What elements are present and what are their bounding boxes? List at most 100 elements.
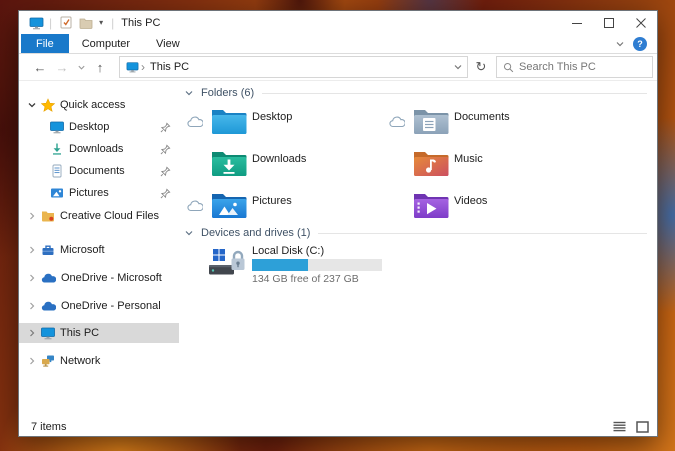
main-area: Quick access Desktop Downloads Documents… — [19, 81, 657, 416]
help-icon[interactable]: ? — [633, 36, 647, 51]
sidebar-item-label: This PC — [60, 327, 100, 339]
window-title: This PC — [121, 16, 161, 29]
onedrive-cloud-icon — [41, 273, 56, 284]
refresh-icon[interactable]: ↻ — [468, 59, 494, 75]
folder-icon-documents — [413, 107, 449, 135]
back-button[interactable]: ← — [29, 60, 51, 75]
sidebar-item-documents[interactable]: Documents — [19, 161, 179, 181]
drive-tile-local-disk-c[interactable]: Local Disk (C:) 134 GB free of 237 GB — [181, 243, 521, 287]
chevron-right-icon[interactable] — [25, 245, 39, 255]
large-icons-view-icon[interactable] — [636, 420, 649, 433]
sidebar-item-label: OneDrive - Personal — [61, 300, 161, 312]
address-dropdown-icon[interactable] — [453, 62, 463, 72]
pin-icon — [160, 166, 171, 177]
tab-view[interactable]: View — [143, 34, 193, 53]
group-header-rule — [262, 92, 647, 94]
pictures-icon — [50, 186, 64, 200]
expand-ribbon-icon[interactable] — [615, 39, 625, 49]
sidebar-item-pictures[interactable]: Pictures — [19, 183, 179, 203]
sidebar-item-this-pc[interactable]: This PC — [19, 323, 179, 343]
folder-tile-desktop[interactable]: Desktop — [181, 105, 383, 147]
properties-icon[interactable] — [60, 16, 73, 29]
download-icon — [50, 142, 64, 156]
recent-locations-icon[interactable] — [73, 63, 89, 72]
breadcrumb[interactable]: This PC — [150, 61, 189, 73]
sidebar-item-onedrive-personal[interactable]: OneDrive - Personal — [19, 296, 179, 316]
sidebar-item-microsoft[interactable]: Microsoft — [19, 240, 179, 260]
sidebar-item-label: Creative Cloud Files — [60, 210, 160, 222]
folder-tile-music[interactable]: Music — [383, 147, 585, 189]
status-bar: 7 items — [19, 416, 657, 437]
folder-tile-label: Videos — [454, 195, 488, 207]
titlebar-separator: | — [111, 15, 115, 30]
chevron-down-icon[interactable] — [184, 228, 194, 238]
up-button[interactable]: ↑ — [89, 60, 111, 75]
chevron-right-icon[interactable] — [25, 273, 39, 283]
network-icon — [41, 354, 55, 368]
folders-group-header[interactable]: Folders (6) — [184, 87, 647, 99]
folder-icon-pictures — [211, 191, 247, 219]
sidebar-item-network[interactable]: Network — [19, 351, 179, 371]
search-input[interactable] — [519, 61, 639, 73]
folder-tile-videos[interactable]: Videos — [383, 189, 585, 231]
folder-tile-label: Pictures — [252, 195, 292, 207]
folder-tile-pictures[interactable]: Pictures — [181, 189, 383, 231]
this-pc-icon — [29, 16, 44, 30]
onedrive-status-icon — [187, 200, 203, 212]
folder-icon-desktop — [211, 107, 247, 135]
folder-tile-label: Downloads — [252, 153, 307, 165]
sidebar-item-downloads[interactable]: Downloads — [19, 139, 179, 159]
sidebar-item-desktop[interactable]: Desktop — [19, 117, 179, 137]
pin-icon — [160, 144, 171, 155]
drive-label: Local Disk (C:) — [252, 245, 325, 257]
folder-tile-label: Desktop — [252, 111, 293, 123]
sidebar-item-label: Documents — [69, 165, 125, 177]
address-bar[interactable]: › This PC — [119, 56, 468, 78]
sidebar-item-label: OneDrive - Microsoft — [61, 272, 162, 284]
search-box[interactable] — [496, 56, 653, 78]
chevron-down-icon[interactable] — [25, 100, 39, 110]
group-header-rule — [318, 232, 647, 234]
details-view-icon[interactable] — [613, 421, 626, 432]
close-button[interactable] — [625, 11, 657, 34]
folder-icon-downloads — [211, 149, 247, 177]
search-icon — [503, 62, 514, 73]
drive-capacity-bar — [252, 259, 382, 271]
folder-tile-downloads[interactable]: Downloads — [181, 147, 383, 189]
chevron-down-icon[interactable] — [184, 88, 194, 98]
breadcrumb-separator: › — [141, 60, 145, 74]
document-icon — [50, 164, 64, 178]
chevron-right-icon[interactable] — [25, 301, 39, 311]
onedrive-status-icon — [389, 116, 405, 128]
sidebar-item-onedrive-microsoft[interactable]: OneDrive - Microsoft — [19, 268, 179, 288]
items-count: 7 items — [31, 420, 67, 433]
folder-icon-music — [413, 149, 449, 177]
new-folder-icon[interactable] — [79, 17, 93, 29]
navigation-pane: Quick access Desktop Downloads Documents… — [19, 81, 179, 416]
drive-capacity-fill — [252, 259, 308, 271]
sidebar-item-label: Network — [60, 355, 101, 367]
onedrive-status-icon — [187, 116, 203, 128]
sidebar-item-label: Pictures — [69, 187, 109, 199]
sidebar-item-quick-access[interactable]: Quick access — [19, 95, 179, 115]
drive-free-space-text: 134 GB free of 237 GB — [252, 273, 359, 285]
titlebar[interactable]: | ▾ | This PC — [19, 11, 657, 34]
chevron-right-icon[interactable] — [25, 328, 39, 338]
quick-toolbar-dropdown-icon[interactable]: ▾ — [99, 18, 103, 27]
caption-buttons — [561, 11, 657, 34]
maximize-button[interactable] — [593, 11, 625, 34]
tab-file[interactable]: File — [21, 34, 69, 53]
sidebar-item-label: Microsoft — [60, 244, 105, 256]
folder-tile-documents[interactable]: Documents — [383, 105, 585, 147]
star-icon — [41, 98, 55, 112]
minimize-button[interactable] — [561, 11, 593, 34]
tab-computer[interactable]: Computer — [69, 34, 143, 53]
devices-group-header[interactable]: Devices and drives (1) — [184, 227, 647, 239]
forward-button[interactable]: → — [51, 60, 73, 75]
navigation-bar: ← → ↑ › This PC ↻ — [19, 54, 657, 81]
chevron-right-icon[interactable] — [25, 356, 39, 366]
sidebar-item-creative-cloud-files[interactable]: Creative Cloud Files — [19, 206, 179, 226]
chevron-right-icon[interactable] — [25, 211, 39, 221]
pin-icon — [160, 188, 171, 199]
folder-tile-label: Documents — [454, 111, 510, 123]
